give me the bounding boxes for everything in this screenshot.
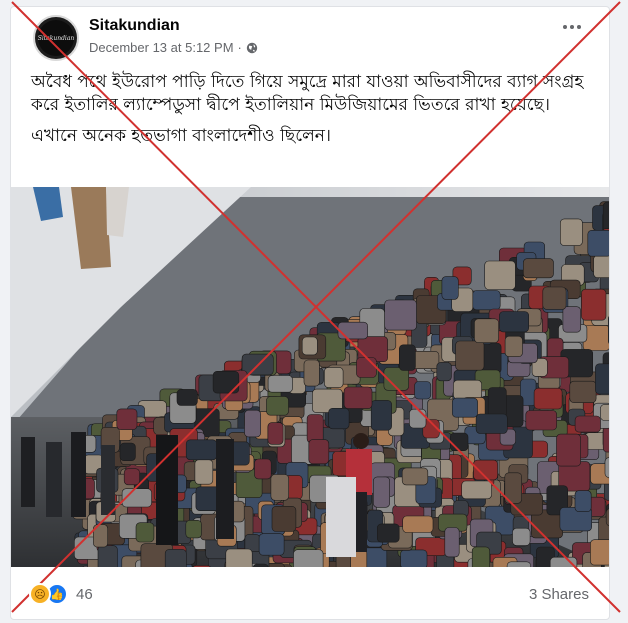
- post-timestamp[interactable]: December 13 at 5:12 PM: [89, 40, 234, 55]
- reaction-summary[interactable]: ☹ 👍 46: [29, 583, 93, 605]
- avatar-logo: Sitakundian: [38, 20, 74, 56]
- avatar-logo-text: Sitakundian: [37, 34, 75, 42]
- post-photo[interactable]: [11, 187, 609, 567]
- post-paragraph-2: এখানে অনেক হতভাগা বাংলাদেশীও ছিলেন।: [31, 126, 331, 146]
- sad-reaction-icon: ☹: [29, 583, 51, 605]
- meta-separator: ·: [237, 40, 242, 55]
- backpack-wall-image: [11, 187, 609, 567]
- avatar[interactable]: Sitakundian: [33, 15, 79, 61]
- post-text: অবৈধ পথে ইউরোপ পাড়ি দিতে গিয়ে সমুদ্রে …: [31, 71, 591, 156]
- globe-icon: [246, 42, 258, 53]
- post-meta: December 13 at 5:12 PM ·: [89, 40, 258, 55]
- shares-count[interactable]: 3 Shares: [529, 586, 589, 603]
- author-name[interactable]: Sitakundian: [89, 17, 180, 35]
- reaction-count: 46: [76, 585, 93, 603]
- more-options-icon[interactable]: [563, 25, 581, 29]
- facebook-post: Sitakundian Sitakundian December 13 at 5…: [10, 6, 610, 620]
- post-paragraph-1: অবৈধ পথে ইউরোপ পাড়ি দিতে গিয়ে সমুদ্রে …: [31, 72, 584, 115]
